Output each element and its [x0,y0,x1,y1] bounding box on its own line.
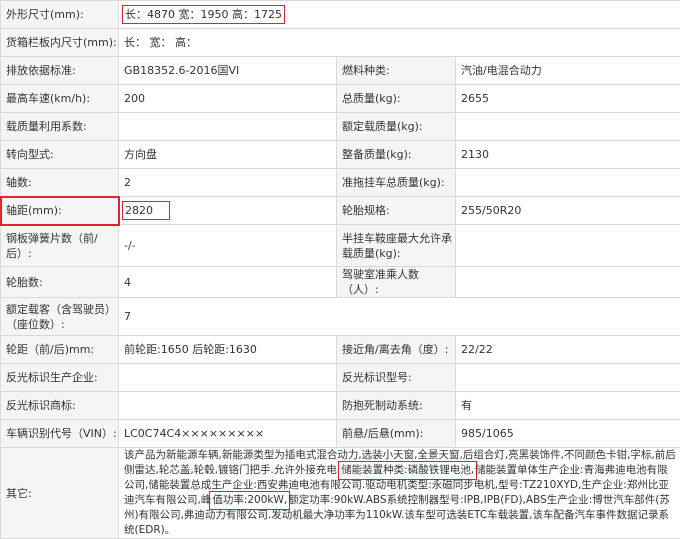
label-cargo-box: 货箱栏板内尺寸(mm): [1,29,119,57]
value-abs: 有 [456,392,680,420]
value-cab-seats [456,267,680,298]
table-row: 轮距（前/后)mm: 前轮距:1650 后轮距:1630 接近角/离去角（度）:… [1,336,680,364]
value-other: 该产品为新能源车辆,新能源类型为插电式混合动力,选装小天窗,全景天窗,后组合灯,… [119,448,680,539]
value-reflector-brand [119,392,337,420]
label-steering: 转向型式: [1,141,119,169]
label-saddle-load: 半挂车鞍座最大允许承载质量(kg): [337,225,456,267]
value-max-speed: 200 [119,85,337,113]
value-saddle-load [456,225,680,267]
value-reflector-model [456,364,680,392]
table-row: 排放依据标准: GB18352.6-2016国VI 燃料种类: 汽油/电混合动力 [1,57,680,85]
label-total-mass: 总质量(kg): [337,85,456,113]
value-track: 前轮距:1650 后轮距:1630 [119,336,337,364]
battery-type-highlight: 储能装置种类:磷酸铁锂电池, [338,461,477,480]
label-abs: 防抱死制动系统: [337,392,456,420]
table-row: 轴数: 2 准拖挂车总质量(kg): [1,169,680,197]
label-other: 其它: [1,448,119,539]
label-leaf-springs: 钢板弹簧片数（前/后）: [1,225,119,267]
label-tire-spec: 轮胎规格: [337,197,456,225]
label-overhang: 前悬/后悬(mm): [337,420,456,448]
label-emission: 排放依据标准: [1,57,119,85]
value-wheelbase: 2820 [119,197,337,225]
peak-power-highlight: 值功率:200kW, [209,491,290,510]
value-tire-count: 4 [119,267,337,298]
label-reflector-model: 反光标识型号: [337,364,456,392]
label-load-factor: 载质量利用系数: [1,113,119,141]
table-row: 货箱栏板内尺寸(mm): 长： 宽： 高： [1,29,680,57]
label-rated-load: 额定载质量(kg): [337,113,456,141]
value-curb-mass: 2130 [456,141,680,169]
value-tire-spec: 255/50R20 [456,197,680,225]
table-row: 载质量利用系数: 额定载质量(kg): [1,113,680,141]
table-row: 外形尺寸(mm): 长：4870 宽：1950 高：1725 [1,1,680,29]
value-steering: 方向盘 [119,141,337,169]
label-reflector-brand: 反光标识商标: [1,392,119,420]
vehicle-spec-table: 外形尺寸(mm): 长：4870 宽：1950 高：1725 货箱栏板内尺寸(m… [0,0,680,539]
label-max-speed: 最高车速(km/h): [1,85,119,113]
value-rated-load [456,113,680,141]
label-cab-seats: 驾驶室准乘人数（人）: [337,267,456,298]
table-row: 其它: 该产品为新能源车辆,新能源类型为插电式混合动力,选装小天窗,全景天窗,后… [1,448,680,539]
value-vin: LC0C74C4××××××××× [119,420,337,448]
value-axles: 2 [119,169,337,197]
label-angles: 接近角/离去角（度）: [337,336,456,364]
label-fuel: 燃料种类: [337,57,456,85]
label-passengers: 额定载客（含驾驶员）（座位数）: [1,298,119,336]
wheelbase-highlight: 2820 [122,201,170,220]
value-reflector-maker [119,364,337,392]
label-wheelbase: 轴距(mm): [1,197,119,225]
label-axles: 轴数: [1,169,119,197]
label-trailer-mass: 准拖挂车总质量(kg): [337,169,456,197]
value-trailer-mass [456,169,680,197]
value-angles: 22/22 [456,336,680,364]
table-row: 额定载客（含驾驶员）（座位数）: 7 [1,298,680,336]
table-row: 轮胎数: 4 驾驶室准乘人数（人）: [1,267,680,298]
table-row: 钢板弹簧片数（前/后）: -/- 半挂车鞍座最大允许承载质量(kg): [1,225,680,267]
table-row: 最高车速(km/h): 200 总质量(kg): 2655 [1,85,680,113]
value-emission: GB18352.6-2016国VI [119,57,337,85]
value-dimensions: 长：4870 宽：1950 高：1725 [119,1,680,29]
value-fuel: 汽油/电混合动力 [456,57,680,85]
label-dimensions: 外形尺寸(mm): [1,1,119,29]
table-row: 反光标识商标: 防抱死制动系统: 有 [1,392,680,420]
value-load-factor [119,113,337,141]
table-row: 轴距(mm): 2820 轮胎规格: 255/50R20 [1,197,680,225]
table-row: 转向型式: 方向盘 整备质量(kg): 2130 [1,141,680,169]
table-row: 反光标识生产企业: 反光标识型号: [1,364,680,392]
value-leaf-springs: -/- [119,225,337,267]
value-overhang: 985/1065 [456,420,680,448]
label-tire-count: 轮胎数: [1,267,119,298]
value-cargo-box: 长： 宽： 高： [119,29,680,57]
label-vin: 车辆识别代号（VIN）: [1,420,119,448]
dimensions-highlight: 长：4870 宽：1950 高：1725 [122,5,285,24]
value-passengers: 7 [119,298,680,336]
label-curb-mass: 整备质量(kg): [337,141,456,169]
label-track: 轮距（前/后)mm: [1,336,119,364]
label-reflector-maker: 反光标识生产企业: [1,364,119,392]
table-row: 车辆识别代号（VIN）: LC0C74C4××××××××× 前悬/后悬(mm)… [1,420,680,448]
value-total-mass: 2655 [456,85,680,113]
